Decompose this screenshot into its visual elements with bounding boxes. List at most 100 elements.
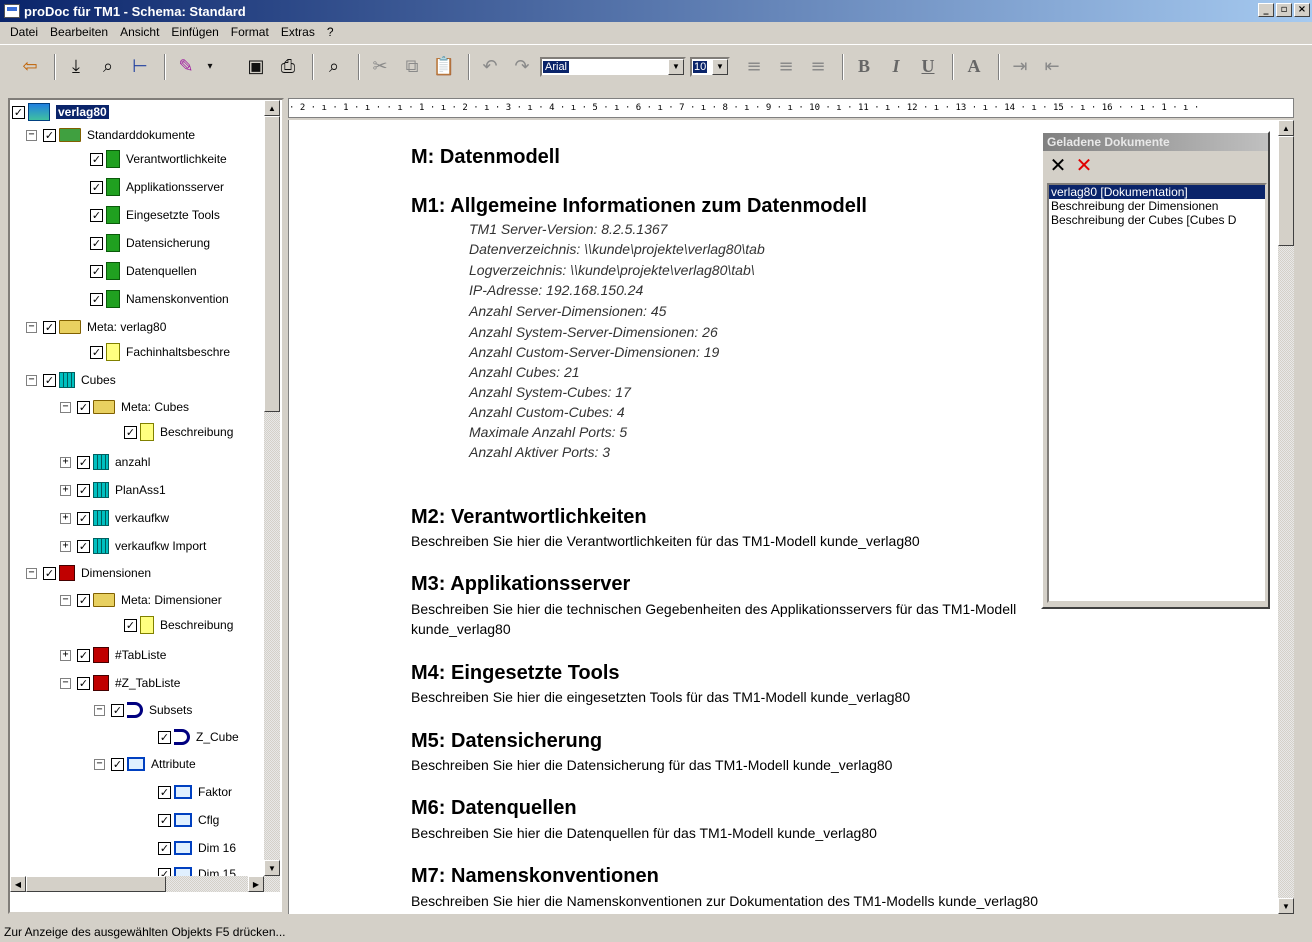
document-vertical-scrollbar[interactable]: ▲ ▼: [1278, 120, 1294, 914]
binoculars-icon[interactable]: ⌕: [94, 53, 122, 81]
scroll-thumb[interactable]: [264, 116, 280, 412]
save-icon[interactable]: ▣: [242, 53, 270, 81]
checkbox-icon[interactable]: ✓: [111, 703, 124, 717]
collapse-icon[interactable]: −: [94, 704, 105, 716]
checkbox-icon[interactable]: ✓: [124, 425, 137, 439]
scroll-left-icon[interactable]: ◀: [10, 876, 26, 892]
collapse-icon[interactable]: −: [26, 374, 37, 386]
tree-node-std-item[interactable]: ✓ Eingesetzte Tools: [90, 205, 220, 225]
menu-einfuegen[interactable]: Einfügen: [165, 25, 224, 39]
tree-node-attr[interactable]: ✓ Cflg: [158, 810, 219, 830]
checkbox-icon[interactable]: ✓: [158, 730, 171, 744]
scroll-up-icon[interactable]: ▲: [1278, 120, 1294, 136]
tree-node-meta-verlag[interactable]: − ✓ Meta: verlag80: [26, 317, 166, 337]
chevron-down-icon[interactable]: ▼: [712, 58, 728, 75]
find-icon[interactable]: ⌕: [320, 53, 348, 81]
expand-icon[interactable]: +: [60, 456, 71, 468]
collapse-icon[interactable]: −: [26, 321, 37, 333]
collapse-icon[interactable]: −: [60, 594, 71, 606]
tree-node-beschreibung[interactable]: ✓ Beschreibung: [124, 615, 233, 635]
scroll-down-icon[interactable]: ▼: [1278, 898, 1294, 914]
underline-icon[interactable]: U: [914, 53, 942, 81]
italic-icon[interactable]: I: [882, 53, 910, 81]
align-left-icon[interactable]: ≡: [740, 53, 768, 81]
tree-node-std-item[interactable]: ✓ Datenquellen: [90, 261, 197, 281]
tree-node-subsets[interactable]: − ✓ Subsets: [94, 700, 192, 720]
checkbox-icon[interactable]: ✓: [90, 292, 103, 306]
maximize-button[interactable]: ▫: [1276, 3, 1292, 17]
copy-icon[interactable]: ⧉: [398, 53, 426, 81]
menu-bearbeiten[interactable]: Bearbeiten: [44, 25, 114, 39]
exit-icon[interactable]: ⇦: [16, 53, 44, 81]
collapse-icon[interactable]: −: [26, 129, 37, 141]
collapse-icon[interactable]: −: [94, 758, 105, 770]
close-document-icon[interactable]: ✕: [1047, 153, 1069, 177]
checkbox-icon[interactable]: ✓: [90, 152, 103, 166]
tree-node-std-item[interactable]: ✓ Applikationsserver: [90, 177, 224, 197]
expand-icon[interactable]: +: [60, 512, 71, 524]
tree-node-attr[interactable]: ✓ Dim 16: [158, 838, 236, 858]
cut-icon[interactable]: ✂: [366, 53, 394, 81]
checkbox-icon[interactable]: ✓: [12, 105, 25, 119]
tree-node-cubes[interactable]: − ✓ Cubes: [26, 370, 116, 390]
chevron-down-icon[interactable]: ▼: [668, 58, 684, 75]
dropdown-icon[interactable]: ▾: [204, 53, 216, 81]
close-all-documents-icon[interactable]: ✕: [1073, 153, 1095, 177]
tree-node-tabliste[interactable]: + ✓ #TabListe: [60, 645, 166, 665]
checkbox-icon[interactable]: ✓: [77, 400, 90, 414]
tree-node-std-item[interactable]: ✓ Datensicherung: [90, 233, 210, 253]
tree-horizontal-scrollbar[interactable]: ◀ ▶: [10, 876, 280, 892]
close-button[interactable]: ×: [1294, 3, 1310, 17]
checkbox-icon[interactable]: ✓: [77, 593, 90, 607]
paste-icon[interactable]: 📋: [430, 53, 458, 81]
menu-format[interactable]: Format: [225, 25, 275, 39]
checkbox-icon[interactable]: ✓: [77, 676, 90, 690]
scroll-down-icon[interactable]: ▼: [264, 860, 280, 876]
tree-node-attr[interactable]: ✓ Faktor: [158, 782, 232, 802]
tree-node-fachinhalt[interactable]: ✓ Fachinhaltsbeschre: [90, 342, 230, 362]
scroll-up-icon[interactable]: ▲: [264, 100, 280, 116]
tree-node-standarddokumente[interactable]: − ✓ Standarddokumente: [26, 125, 195, 145]
checkbox-icon[interactable]: ✓: [90, 264, 103, 278]
font-select[interactable]: Arial ▼: [540, 56, 686, 77]
tree-node-std-item[interactable]: ✓ Namenskonvention: [90, 289, 229, 309]
font-size-select[interactable]: 10 ▼: [690, 56, 730, 77]
tree-node-cube[interactable]: + ✓ verkaufkw Import: [60, 536, 206, 556]
checkbox-icon[interactable]: ✓: [158, 841, 171, 855]
tree-node-attribute[interactable]: − ✓ Attribute: [94, 754, 196, 774]
menu-extras[interactable]: Extras: [275, 25, 321, 39]
tree-structure-icon[interactable]: ⊢: [126, 53, 154, 81]
expand-icon[interactable]: +: [60, 540, 71, 552]
tree-node-cube[interactable]: + ✓ verkaufkw: [60, 508, 169, 528]
tree-node-meta-dims[interactable]: − ✓ Meta: Dimensioner: [60, 590, 222, 610]
menu-datei[interactable]: Datei: [4, 25, 44, 39]
edit-style-icon[interactable]: ✎: [172, 53, 200, 81]
tree-node-std-item[interactable]: ✓ Verantwortlichkeite: [90, 149, 227, 169]
tree-node-z-cube[interactable]: ✓ Z_Cube: [158, 727, 239, 747]
collapse-icon[interactable]: −: [26, 567, 37, 579]
tree-node-cube[interactable]: + ✓ PlanAss1: [60, 480, 166, 500]
menu-help[interactable]: ?: [321, 25, 340, 39]
checkbox-icon[interactable]: ✓: [158, 813, 171, 827]
checkbox-icon[interactable]: ✓: [43, 373, 56, 387]
checkbox-icon[interactable]: ✓: [77, 455, 90, 469]
tree-node-dimensionen[interactable]: − ✓ Dimensionen: [26, 563, 151, 583]
expand-icon[interactable]: +: [60, 649, 71, 661]
checkbox-icon[interactable]: ✓: [90, 345, 103, 359]
tree-node-meta-cubes[interactable]: − ✓ Meta: Cubes: [60, 397, 189, 417]
undo-icon[interactable]: ↶: [476, 53, 504, 81]
align-center-icon[interactable]: ≡: [772, 53, 800, 81]
tree-vertical-scrollbar[interactable]: ▲ ▼: [264, 100, 280, 876]
collapse-icon[interactable]: −: [60, 401, 71, 413]
checkbox-icon[interactable]: ✓: [90, 180, 103, 194]
list-item[interactable]: Beschreibung der Cubes [Cubes D: [1049, 213, 1265, 227]
expand-icon[interactable]: +: [60, 484, 71, 496]
tree-node-beschreibung[interactable]: ✓ Beschreibung: [124, 422, 233, 442]
checkbox-icon[interactable]: ✓: [77, 648, 90, 662]
tree-node-z-tabliste[interactable]: − ✓ #Z_TabListe: [60, 673, 180, 693]
tree-node-cube[interactable]: + ✓ anzahl: [60, 452, 150, 472]
list-item[interactable]: verlag80 [Dokumentation]: [1049, 185, 1265, 199]
scroll-right-icon[interactable]: ▶: [248, 876, 264, 892]
redo-icon[interactable]: ↷: [508, 53, 536, 81]
checkbox-icon[interactable]: ✓: [124, 618, 137, 632]
